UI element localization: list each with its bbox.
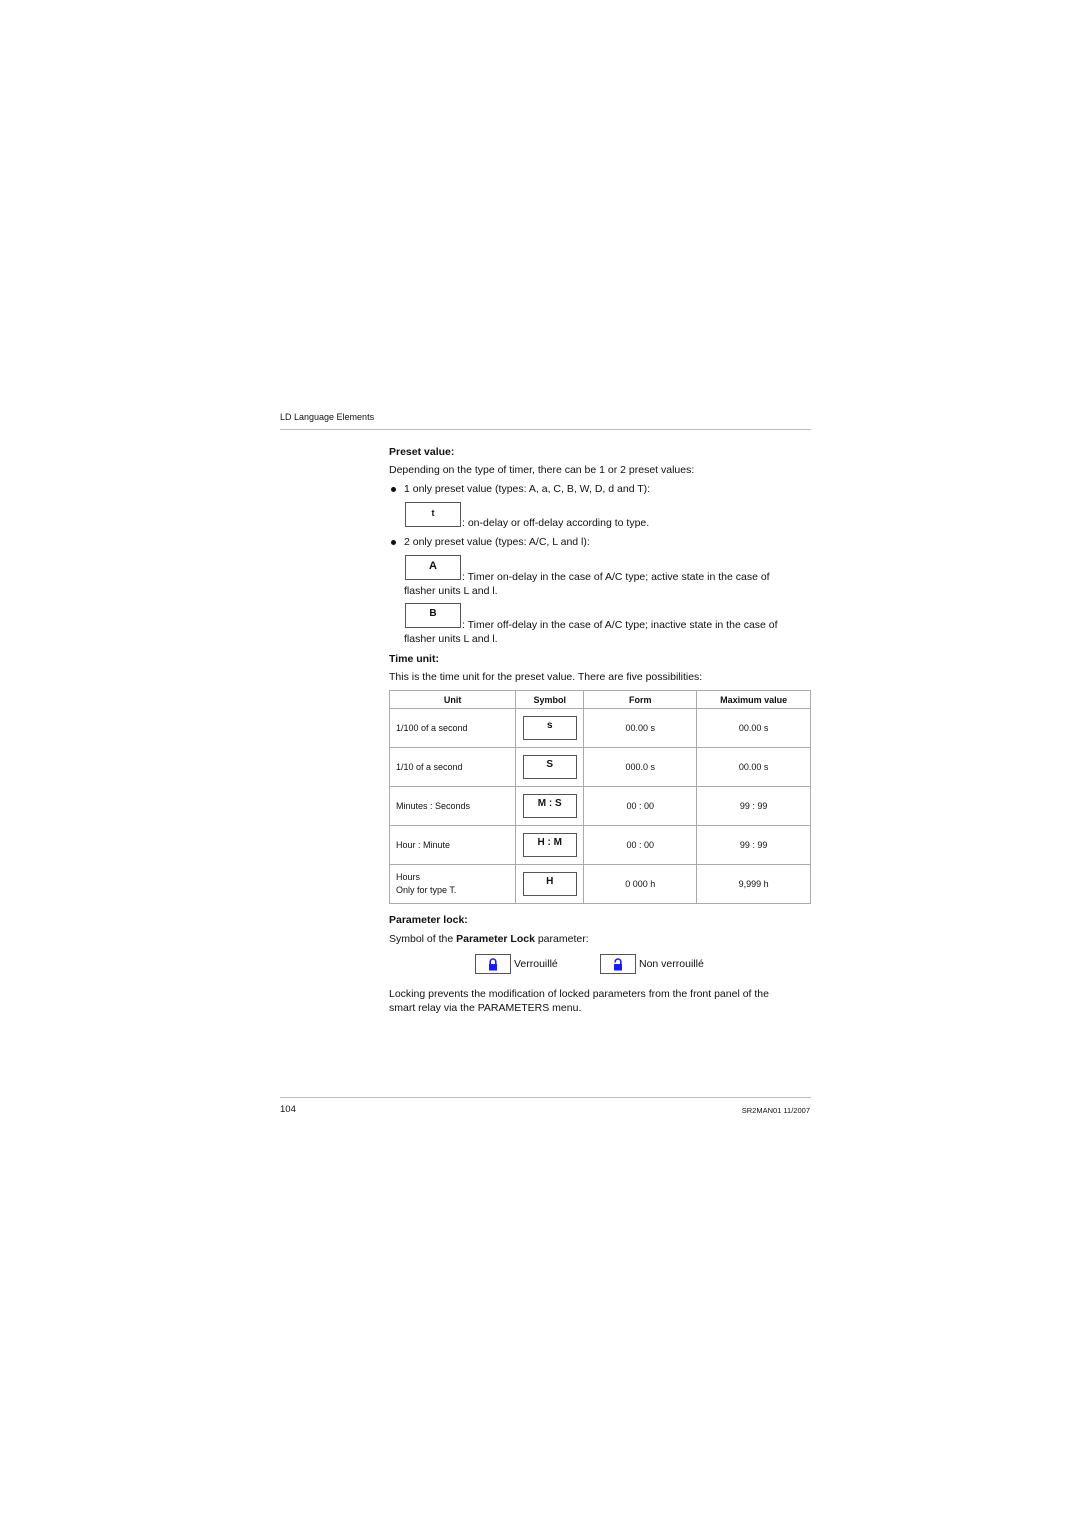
param-lock-note-1: Locking prevents the modification of loc… xyxy=(389,988,769,1000)
time-unit-heading: Time unit: xyxy=(389,653,439,665)
preset-desc-a-1: : Timer on-delay in the case of A/C type… xyxy=(462,571,770,583)
unit-cell: Hours Only for type T. xyxy=(388,864,517,904)
unit-text: Minutes : Seconds xyxy=(396,800,471,811)
time-unit-intro: This is the time unit for the preset val… xyxy=(389,671,703,683)
symbol-box: M : S xyxy=(522,794,577,818)
preset-heading: Preset value: xyxy=(389,446,455,458)
lock-closed-icon xyxy=(489,957,497,970)
table-row: 1/10 of a second S 000.0 s 00.00 s xyxy=(388,747,811,787)
col-form: Form xyxy=(583,690,698,709)
symbol-cell: H : M xyxy=(515,825,585,865)
param-lock-heading: Parameter lock: xyxy=(389,914,468,926)
section-header: LD Language Elements xyxy=(280,412,375,422)
preset-bullet-2: 2 only preset value (types: A/C, L and l… xyxy=(404,536,590,548)
col-max: Maximum value xyxy=(696,690,811,709)
form-cell: 00.00 s xyxy=(583,708,698,748)
intro-suffix: parameter: xyxy=(534,933,589,945)
table-row: Hour : Minute H : M 00 : 00 99 : 99 xyxy=(388,825,811,865)
preset-desc-t: : on-delay or off-delay according to typ… xyxy=(462,517,650,529)
unit-text: Hours xyxy=(396,872,421,882)
unit-text: 1/100 of a second xyxy=(396,722,468,733)
max-cell: 99 : 99 xyxy=(696,786,811,826)
table-row: 1/100 of a second s 00.00 s 00.00 s xyxy=(388,708,811,748)
preset-desc-b-1: : Timer off-delay in the case of A/C typ… xyxy=(462,619,778,631)
preset-bullet-1: 1 only preset value (types: A, a, C, B, … xyxy=(404,483,651,495)
max-cell: 00.00 s xyxy=(696,747,811,787)
max-cell: 00.00 s xyxy=(696,708,811,748)
symbol-cell: S xyxy=(515,747,585,787)
unit-cell: Hour : Minute xyxy=(388,825,517,865)
preset-desc-a-2: flasher units L and l. xyxy=(404,585,498,597)
intro-bold: Parameter Lock xyxy=(456,933,535,945)
lock-open-icon xyxy=(614,957,622,970)
form-cell: 000.0 s xyxy=(583,747,698,787)
table-row: Minutes : Seconds M : S 00 : 00 99 : 99 xyxy=(388,786,811,826)
preset-box-t: t xyxy=(405,502,461,527)
preset-intro: Depending on the type of timer, there ca… xyxy=(389,464,695,476)
doc-reference: SR2MAN01 11/2007 xyxy=(741,1106,810,1115)
preset-box-a: A xyxy=(405,555,461,580)
unit-cell: Minutes : Seconds xyxy=(388,786,517,826)
max-cell: 9,999 h xyxy=(696,864,811,904)
unit-cell: 1/100 of a second xyxy=(388,708,517,748)
param-lock-note-2: smart relay via the PARAMETERS menu. xyxy=(389,1002,582,1014)
unit-text: Hour : Minute xyxy=(396,839,451,850)
form-cell: 00 : 00 xyxy=(583,825,698,865)
param-lock-intro: Symbol of the Parameter Lock parameter: xyxy=(389,932,589,946)
bullet-icon xyxy=(391,540,396,545)
footer-rule xyxy=(280,1097,811,1098)
time-unit-table: Unit Symbol Form Maximum value 1/100 of … xyxy=(388,690,811,904)
unlocked-label: Non verrouillé xyxy=(639,958,704,970)
locked-symbol xyxy=(475,954,511,974)
table-row: Hours Only for type T. H 0 000 h 9,999 h xyxy=(388,864,811,904)
col-symbol: Symbol xyxy=(515,690,585,709)
unit-text: 1/10 of a second xyxy=(396,761,463,772)
unlocked-symbol xyxy=(600,954,636,974)
form-cell: 00 : 00 xyxy=(583,786,698,826)
symbol-box: S xyxy=(522,755,577,779)
unit-cell: 1/10 of a second xyxy=(388,747,517,787)
header-rule xyxy=(280,429,811,430)
unit-note: Only for type T. xyxy=(396,885,457,895)
max-cell: 99 : 99 xyxy=(696,825,811,865)
symbol-cell: H xyxy=(515,864,585,904)
symbol-box: H xyxy=(522,872,577,896)
page-number: 104 xyxy=(280,1104,296,1115)
preset-box-b: B xyxy=(405,603,461,628)
symbol-cell: s xyxy=(515,708,585,748)
symbol-box: H : M xyxy=(522,833,577,857)
table-header-row: Unit Symbol Form Maximum value xyxy=(388,690,811,709)
col-unit: Unit xyxy=(388,690,517,709)
form-cell: 0 000 h xyxy=(583,864,698,904)
symbol-cell: M : S xyxy=(515,786,585,826)
locked-label: Verrouillé xyxy=(514,958,558,970)
symbol-box: s xyxy=(522,716,577,740)
preset-desc-b-2: flasher units L and l. xyxy=(404,633,498,645)
bullet-icon xyxy=(391,487,396,492)
intro-prefix: Symbol of the xyxy=(389,933,457,945)
